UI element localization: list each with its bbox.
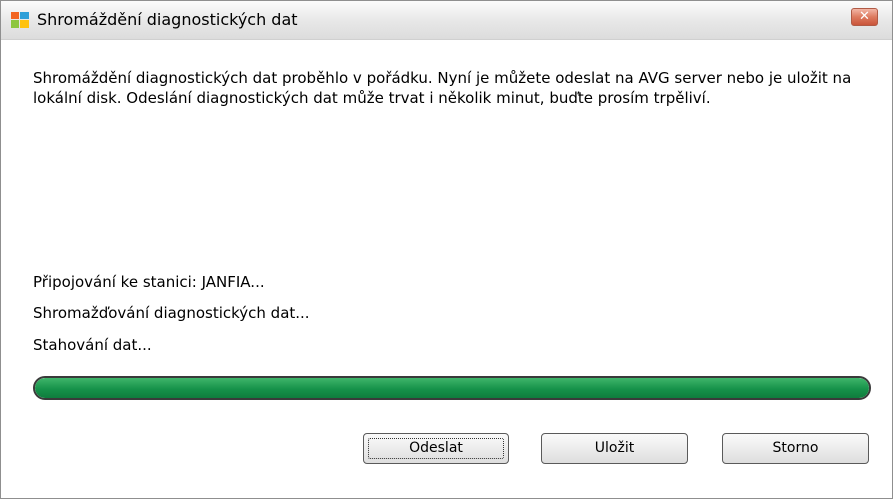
progress-fill — [35, 378, 869, 398]
window-title: Shromáždění diagnostických dat — [37, 10, 298, 29]
dialog-body: Shromáždění diagnostických dat proběhlo … — [1, 40, 892, 498]
cancel-button[interactable]: Storno — [722, 433, 869, 464]
cancel-button-label: Storno — [772, 440, 819, 456]
status-line-connecting: Připojování ke stanici: JANFIA... — [33, 273, 265, 291]
close-button[interactable]: ✕ — [851, 8, 878, 26]
close-icon: ✕ — [859, 9, 870, 24]
status-line-downloading: Stahování dat... — [33, 336, 152, 354]
send-button[interactable]: Odeslat — [363, 433, 509, 464]
info-message: Shromáždění diagnostických dat proběhlo … — [33, 69, 852, 107]
status-line-collecting: Shromažďování diagnostických dat... — [33, 304, 310, 322]
save-button-label: Uložit — [594, 440, 635, 456]
dialog-window: Shromáždění diagnostických dat ✕ Shromáž… — [0, 0, 893, 499]
save-button[interactable]: Uložit — [541, 433, 688, 464]
send-button-label: Odeslat — [409, 440, 463, 456]
avg-logo-icon — [11, 12, 29, 28]
progress-bar — [33, 376, 871, 400]
title-bar[interactable]: Shromáždění diagnostických dat ✕ — [1, 1, 892, 40]
